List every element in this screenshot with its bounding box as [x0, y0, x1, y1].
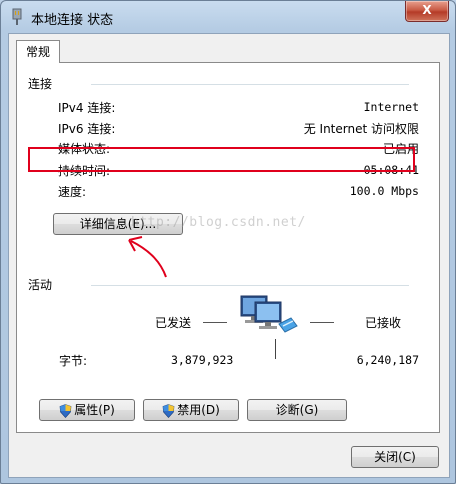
ipv6-value: 无 Internet 访问权限	[303, 122, 419, 136]
dialog-window: 本地连接 状态 X 常规 连接 IPv4 连接: Internet IPv6 连…	[0, 0, 456, 484]
connection-group-divider	[91, 84, 409, 85]
bytes-label: 字节:	[59, 354, 88, 368]
window-title: 本地连接 状态	[31, 13, 114, 28]
speed-value: 100.0 Mbps	[349, 184, 419, 198]
tab-panel-general: 连接 IPv4 连接: Internet IPv6 连接: 无 Internet…	[16, 62, 440, 433]
dialog-client: 常规 连接 IPv4 连接: Internet IPv6 连接: 无 Inter…	[8, 33, 450, 478]
disable-label: 禁用(D)	[177, 403, 220, 417]
icon-stem	[275, 339, 276, 359]
close-icon: X	[422, 3, 432, 17]
properties-button[interactable]: 属性(P)	[39, 399, 135, 421]
disable-button[interactable]: 禁用(D)	[143, 399, 239, 421]
ipv4-value: Internet	[363, 100, 419, 114]
activity-group-divider	[91, 285, 409, 286]
sent-connector	[203, 322, 227, 323]
received-label: 已接收	[365, 316, 402, 330]
network-computers-icon	[240, 295, 298, 333]
tab-general[interactable]: 常规	[16, 40, 60, 63]
uac-shield-icon	[59, 403, 72, 418]
watermark-text: http://blog.csdn.net/	[131, 215, 306, 230]
sent-label: 已发送	[155, 316, 192, 330]
received-connector	[310, 322, 334, 323]
bytes-received-value: 6,240,187	[356, 353, 419, 367]
window-close-button[interactable]: X	[405, 1, 449, 22]
activity-group-title: 活动	[28, 278, 53, 292]
speed-highlight-box	[28, 147, 415, 172]
close-button[interactable]: 关闭(C)	[351, 446, 439, 468]
uac-shield-icon	[162, 403, 175, 418]
title-bar[interactable]: 本地连接 状态 X	[1, 1, 455, 33]
ipv6-label: IPv6 连接:	[58, 122, 116, 136]
speed-label: 速度:	[58, 185, 87, 199]
connection-group-title: 连接	[28, 77, 53, 91]
ipv4-label: IPv4 连接:	[58, 101, 116, 115]
network-adapter-icon	[12, 8, 22, 25]
properties-label: 属性(P)	[74, 403, 115, 417]
bytes-sent-value: 3,879,923	[171, 353, 234, 367]
diagnose-button[interactable]: 诊断(G)	[247, 399, 347, 421]
